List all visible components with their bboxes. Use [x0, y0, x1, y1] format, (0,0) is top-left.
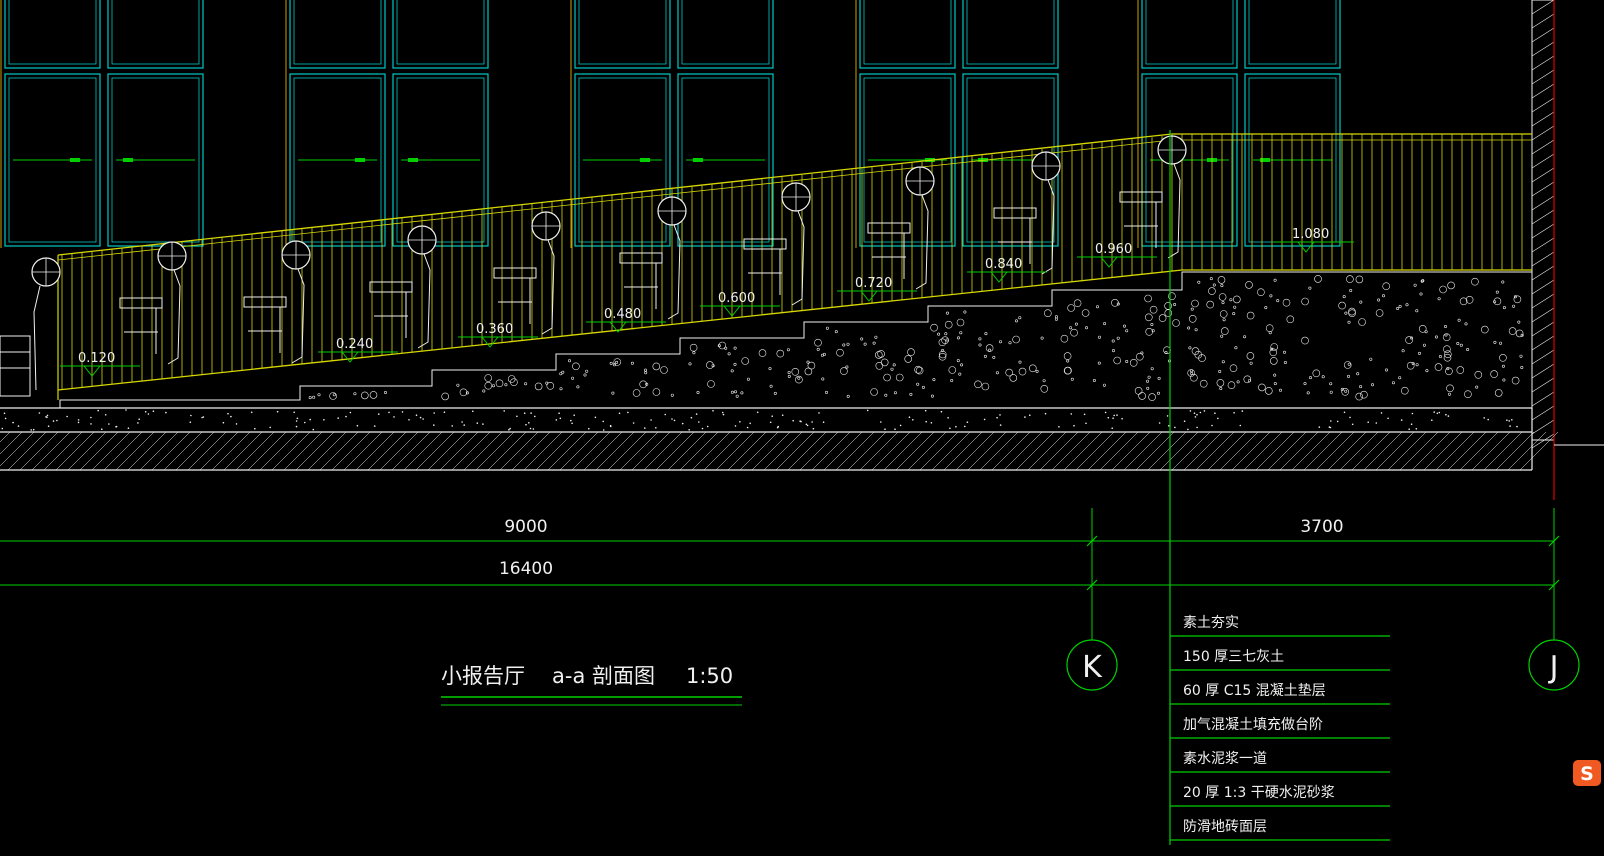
elevation-mark: 0.840 [967, 257, 1047, 283]
elevation-mark: 0.720 [837, 276, 917, 302]
dim-9000: 9000 [504, 517, 547, 537]
seat [369, 225, 437, 349]
layer-callout: 素土夯实 150 厚三七灰土 60 厚 C15 混凝土垫层加气混凝土填充做台阶素水泥… [1169, 130, 1390, 845]
floor-slab [0, 407, 1559, 471]
layer-label: 防滑地砖面层 [1183, 818, 1267, 835]
title-scale: 1:50 [686, 664, 733, 688]
handrail-top [57, 133, 1173, 256]
elevation-mark: 0.480 [586, 307, 666, 333]
elevation-value: 0.480 [604, 307, 641, 322]
seat [119, 241, 187, 365]
seat [243, 240, 311, 364]
layer-label: 150 厚三七灰土 [1183, 649, 1284, 665]
elevation-value: 0.360 [476, 322, 513, 337]
title-name: 小报告厅 [441, 664, 525, 688]
seat [867, 166, 935, 290]
window-pane [859, 0, 956, 69]
dim-3700: 3700 [1300, 517, 1343, 537]
window-pane [1141, 0, 1238, 69]
axis-j-label: J [1548, 650, 1559, 685]
window-pane [289, 0, 386, 69]
axis-k-label: K [1082, 650, 1103, 685]
seat [743, 182, 811, 306]
dim-16400: 16400 [499, 559, 553, 579]
seat [31, 257, 61, 391]
layer-label: 素土夯实 [1183, 615, 1239, 631]
layer-label: 20 厚 1:3 干硬水泥砂浆 [1183, 785, 1335, 801]
elevation-value: 1.080 [1292, 227, 1329, 242]
elevation-value: 0.600 [718, 291, 755, 306]
elevation-value: 0.720 [855, 276, 892, 291]
window-pane [4, 0, 101, 69]
concrete-fill [59, 271, 1533, 409]
window-pane [392, 0, 489, 69]
entry-rail [0, 335, 31, 397]
seat [493, 211, 561, 335]
elevation-value: 0.120 [78, 351, 115, 366]
elevation-value: 0.240 [336, 337, 373, 352]
dimension-lines: 9000 3700 16400 [0, 508, 1560, 640]
seat [1119, 135, 1187, 259]
window-pane [107, 0, 204, 69]
right-wall [1531, 0, 1604, 500]
window-pane [677, 0, 774, 69]
ime-tray-icon[interactable]: S [1573, 760, 1601, 786]
tray-icon-letter: S [1580, 763, 1594, 785]
title-section: a-a 剖面图 [552, 664, 655, 688]
seat [993, 151, 1061, 275]
seat [619, 196, 687, 320]
drawing-title: 小报告厅 a-a 剖面图 1:50 [441, 664, 742, 706]
elevation-value: 0.840 [985, 257, 1022, 272]
elevation-value: 0.960 [1095, 242, 1132, 257]
window-pane [574, 0, 671, 69]
layer-label: 60 厚 C15 混凝土垫层 [1183, 683, 1326, 699]
section-drawing: 0.120 0.240 0.360 0.480 0.600 0.720 0.840 0.960… [0, 0, 1604, 845]
window-pane [962, 0, 1059, 69]
layer-label: 素水泥浆一道 [1183, 751, 1267, 767]
window-pane [1244, 0, 1341, 69]
layer-label: 加气混凝土填充做台阶 [1183, 717, 1323, 733]
